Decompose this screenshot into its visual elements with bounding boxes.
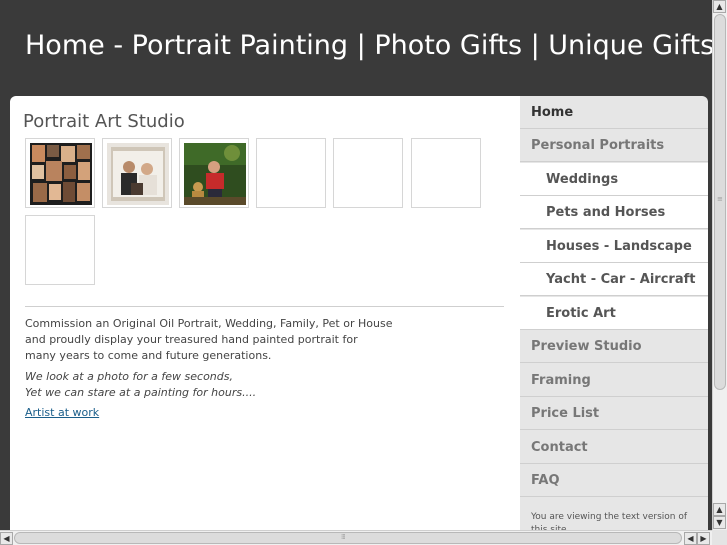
intro-line: many years to come and future generation… [25,349,272,362]
page-title: Home - Portrait Painting | Photo Gifts |… [25,30,715,61]
main-content: Portrait Art Studio Commission an Origin… [10,96,520,536]
nav-home[interactable]: Home [520,96,708,129]
arrow-right-icon[interactable]: ▶ [697,532,710,545]
intro-line: and proudly display your treasured hand … [25,333,358,346]
horizontal-scroll-thumb[interactable]: ⁞⁞⁞ [14,532,682,544]
scrollbar-corner [712,530,727,545]
nav-erotic-art[interactable]: Erotic Art [520,297,708,330]
thumbnail-garden[interactable] [179,138,249,208]
collage-image [30,143,92,205]
section-heading: Portrait Art Studio [23,111,185,132]
sidebar-nav: Home Personal Portraits Weddings Pets an… [520,96,708,536]
grip-icon: ≡ [717,195,723,203]
thumbnail-empty[interactable] [256,138,326,208]
family-portrait-image [107,143,169,205]
intro-paragraph: Commission an Original Oil Portrait, Wed… [25,316,392,364]
intro-line: Commission an Original Oil Portrait, Wed… [25,317,393,330]
arrow-down-icon[interactable]: ▼ [713,516,726,529]
nav-pets-and-horses[interactable]: Pets and Horses [520,196,708,229]
arrow-left-icon[interactable]: ◀ [684,532,697,545]
nav-weddings[interactable]: Weddings [520,163,708,196]
thumbnail-empty[interactable] [25,215,95,285]
quote-line: We look at a photo for a few seconds, [25,370,233,383]
nav-faq[interactable]: FAQ [520,464,708,497]
nav-houses-landscape[interactable]: Houses - Landscape [520,230,708,263]
vertical-scroll-thumb[interactable]: ≡ [714,14,726,390]
arrow-up-icon[interactable]: ▲ [713,0,726,13]
nav-framing[interactable]: Framing [520,364,708,397]
vertical-scrollbar[interactable]: ▲ ≡ ▲ ▼ [712,0,727,530]
artist-at-work-link[interactable]: Artist at work [25,406,99,419]
arrow-left-icon[interactable]: ◀ [0,532,13,545]
thumbnail-empty[interactable] [411,138,481,208]
garden-portrait-image [184,143,246,205]
nav-yacht-car-aircraft[interactable]: Yacht - Car - Aircraft [520,263,708,296]
quote: We look at a photo for a few seconds, Ye… [25,369,256,401]
quote-line: Yet we can stare at a painting for hours… [25,386,257,399]
horizontal-scrollbar[interactable]: ◀ ⁞⁞⁞ ◀ ▶ [0,530,712,545]
nav-preview-studio[interactable]: Preview Studio [520,330,708,363]
arrow-up-icon[interactable]: ▲ [713,503,726,516]
thumbnail-family[interactable] [102,138,172,208]
nav-personal-portraits[interactable]: Personal Portraits [520,129,708,162]
thumbnail-collage[interactable] [25,138,95,208]
divider [25,306,504,307]
thumbnail-empty[interactable] [333,138,403,208]
grip-icon: ⁞⁞⁞ [341,533,346,541]
nav-price-list[interactable]: Price List [520,397,708,430]
nav-contact[interactable]: Contact [520,431,708,464]
